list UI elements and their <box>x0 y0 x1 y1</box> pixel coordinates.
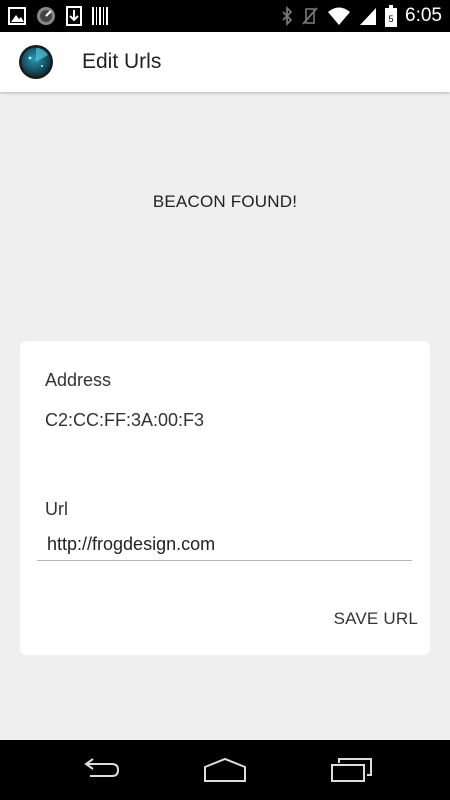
notification-icons <box>8 6 108 26</box>
edit-url-card: Address C2:CC:FF:3A:00:F3 Url SAVE URL <box>20 341 430 655</box>
action-bar: Edit Urls <box>0 32 450 92</box>
clock: 6:05 <box>405 5 442 26</box>
system-icons: 5 6:05 <box>281 4 442 28</box>
address-value: C2:CC:FF:3A:00:F3 <box>45 410 205 430</box>
status-bar: 5 6:05 <box>0 0 450 32</box>
vibrate-off-icon <box>301 6 319 26</box>
barcode-icon <box>92 7 108 25</box>
page-title: Edit Urls <box>82 50 162 73</box>
gauge-icon <box>36 6 56 26</box>
home-icon[interactable] <box>199 755 251 785</box>
navigation-bar <box>0 740 450 800</box>
svg-text:5: 5 <box>389 14 394 24</box>
save-url-button[interactable]: SAVE URL <box>334 605 418 633</box>
back-icon[interactable] <box>74 755 126 785</box>
screen: 5 6:05 Edit Urls BEACON FOUND! Address C… <box>0 0 450 800</box>
bluetooth-icon <box>281 6 293 26</box>
address-label: Address <box>45 370 112 390</box>
url-label: Url <box>45 499 68 519</box>
url-input[interactable] <box>37 529 412 561</box>
wifi-icon <box>327 6 351 26</box>
battery-icon: 5 <box>385 5 398 27</box>
recents-icon[interactable] <box>326 755 378 785</box>
beacon-status-text: BEACON FOUND! <box>152 192 298 211</box>
cell-signal-icon <box>359 6 377 26</box>
download-icon <box>66 6 82 26</box>
radar-app-icon[interactable] <box>18 44 54 80</box>
image-icon <box>8 7 26 25</box>
